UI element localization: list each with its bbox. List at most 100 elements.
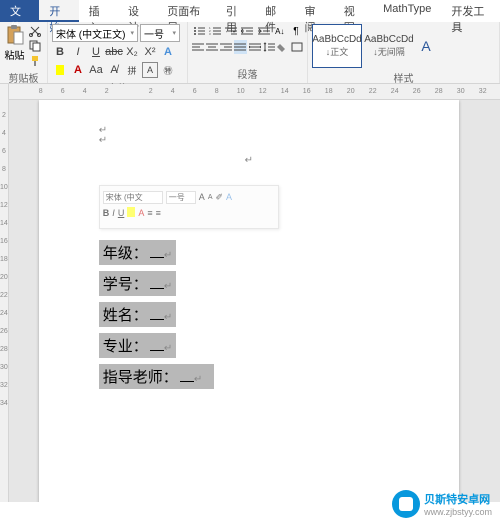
font-name-select[interactable]: 宋体 (中文正文)▾ (52, 24, 138, 42)
field-name[interactable]: 姓名：↵ (99, 302, 176, 327)
clear-format-button[interactable]: A̸ (106, 62, 122, 78)
page[interactable]: ↵ ↵ ↵ 宋体 (中文 一号 A A ✐ A B I U (39, 100, 459, 502)
numbered-list-icon: 123 (209, 26, 221, 36)
watermark-icon (392, 490, 420, 518)
mini-bold-button[interactable]: B (103, 208, 110, 218)
borders-button[interactable] (291, 40, 303, 54)
align-left-button[interactable] (192, 40, 204, 54)
distribute-button[interactable] (249, 40, 261, 54)
multilevel-button[interactable] (224, 24, 238, 38)
field-advisor[interactable]: 指导老师：↵ (99, 364, 214, 389)
page-container[interactable]: ↵ ↵ ↵ 宋体 (中文 一号 A A ✐ A B I U (9, 100, 500, 502)
style-heading1[interactable]: A (416, 24, 436, 68)
cut-button[interactable] (27, 24, 43, 38)
paste-label: 粘贴 (5, 47, 25, 62)
subscript-button[interactable]: X₂ (124, 44, 140, 60)
styles-group-label: 样式 (312, 68, 495, 85)
document-area: 246810121416182022242628303234 864224681… (0, 84, 500, 502)
align-center-icon (206, 42, 218, 52)
phonetic-button[interactable]: 拼 (124, 62, 140, 78)
tab-review[interactable]: 审阅 (294, 0, 333, 22)
font-color-button[interactable]: A (70, 62, 86, 78)
align-left-icon (192, 42, 204, 52)
sort-button[interactable]: A↓ (273, 24, 287, 38)
watermark-title: 贝斯特安卓网 (424, 491, 492, 507)
paste-button[interactable]: 粘贴 (5, 24, 25, 68)
mini-bullets-button[interactable]: ≡ (147, 208, 152, 218)
indent-icon (258, 26, 270, 36)
tab-mathtype[interactable]: MathType (373, 0, 441, 22)
ribbon-tabs: 文件 开始 插入 设计 页面布局 引用 邮件 审阅 视图 MathType 开发… (0, 0, 500, 22)
mini-grow-button[interactable]: A (199, 192, 205, 202)
char-border-button[interactable]: A (142, 62, 158, 78)
clipboard-label: 剪贴板 (4, 68, 43, 85)
paragraph-mark: ↵ (245, 155, 253, 166)
strike-button[interactable]: abc (106, 44, 122, 60)
horizontal-ruler[interactable]: 8642246810121416182022242628303234363842… (9, 84, 500, 100)
mini-numbering-button[interactable]: ≡ (156, 208, 161, 218)
watermark-url: www.zjbstyy.com (424, 507, 492, 517)
italic-button[interactable]: I (70, 44, 86, 60)
line-spacing-button[interactable] (263, 40, 275, 54)
mini-toolbar: 宋体 (中文 一号 A A ✐ A B I U A ≡ ≡ (99, 185, 279, 229)
tab-home[interactable]: 开始 (39, 0, 78, 22)
copy-icon (29, 40, 41, 52)
tab-insert[interactable]: 插入 (79, 0, 118, 22)
style-name: ↓无间隔 (373, 45, 405, 58)
mini-format-painter-button[interactable]: ✐ (215, 192, 223, 203)
style-preview: AaBbCcDd (312, 34, 361, 45)
underline-button[interactable]: U (88, 44, 104, 60)
mini-styles-button[interactable]: A (226, 192, 232, 202)
mini-color-button[interactable]: A (138, 208, 144, 218)
indent-dec-button[interactable] (240, 24, 254, 38)
field-major[interactable]: 专业：↵ (99, 333, 176, 358)
chevron-down-icon: ▾ (172, 29, 176, 37)
style-preview: AaBbCcDd (364, 34, 413, 45)
mini-italic-button[interactable]: I (112, 208, 115, 218)
shading-button[interactable] (277, 40, 289, 54)
style-nospacing[interactable]: AaBbCcDd ↓无间隔 (364, 24, 414, 68)
tab-mail[interactable]: 邮件 (255, 0, 294, 22)
numbering-button[interactable]: 123 (208, 24, 222, 38)
change-case-button[interactable]: Aa (88, 62, 104, 78)
group-paragraph: 123 A↓ ¶ 段落 (188, 22, 308, 83)
align-justify-button[interactable] (234, 40, 246, 54)
border-icon (291, 42, 303, 52)
highlight-button[interactable] (52, 62, 68, 78)
scissors-icon (29, 25, 41, 37)
tab-dev[interactable]: 开发工具 (441, 0, 500, 22)
indent-inc-button[interactable] (257, 24, 271, 38)
bold-button[interactable]: B (52, 44, 68, 60)
bullets-button[interactable] (192, 24, 206, 38)
font-size-select[interactable]: 一号▾ (140, 24, 180, 42)
group-styles: AaBbCcDd ↓正文 AaBbCcDd ↓无间隔 A 样式 (308, 22, 500, 83)
format-painter-button[interactable] (27, 54, 43, 68)
align-right-button[interactable] (220, 40, 232, 54)
tab-view[interactable]: 视图 (334, 0, 373, 22)
style-name: ↓正文 (326, 45, 349, 58)
show-marks-button[interactable]: ¶ (289, 24, 303, 38)
mini-shrink-button[interactable]: A (208, 194, 213, 201)
tab-design[interactable]: 设计 (118, 0, 157, 22)
distribute-icon (249, 42, 261, 52)
mini-size-select[interactable]: 一号 (166, 191, 196, 204)
copy-button[interactable] (27, 39, 43, 53)
mini-font-select[interactable]: 宋体 (中文 (103, 191, 163, 204)
line-spacing-icon (263, 42, 275, 52)
chevron-down-icon: ▾ (130, 29, 134, 37)
text-effects-button[interactable]: A (160, 44, 176, 60)
superscript-button[interactable]: X² (142, 44, 158, 60)
style-normal[interactable]: AaBbCcDd ↓正文 (312, 24, 362, 68)
enclose-button[interactable]: ㊕ (160, 62, 176, 78)
tab-references[interactable]: 引用 (216, 0, 255, 22)
highlight-icon (56, 65, 64, 75)
mini-highlight-button[interactable] (127, 207, 135, 219)
vertical-ruler[interactable]: 246810121416182022242628303234 (0, 84, 9, 502)
tab-layout[interactable]: 页面布局 (157, 0, 216, 22)
mini-underline-button[interactable]: U (118, 208, 125, 218)
outdent-icon (241, 26, 253, 36)
align-center-button[interactable] (206, 40, 218, 54)
tab-file[interactable]: 文件 (0, 0, 39, 22)
field-grade[interactable]: 年级：↵ (99, 240, 176, 265)
field-id[interactable]: 学号：↵ (99, 271, 176, 296)
